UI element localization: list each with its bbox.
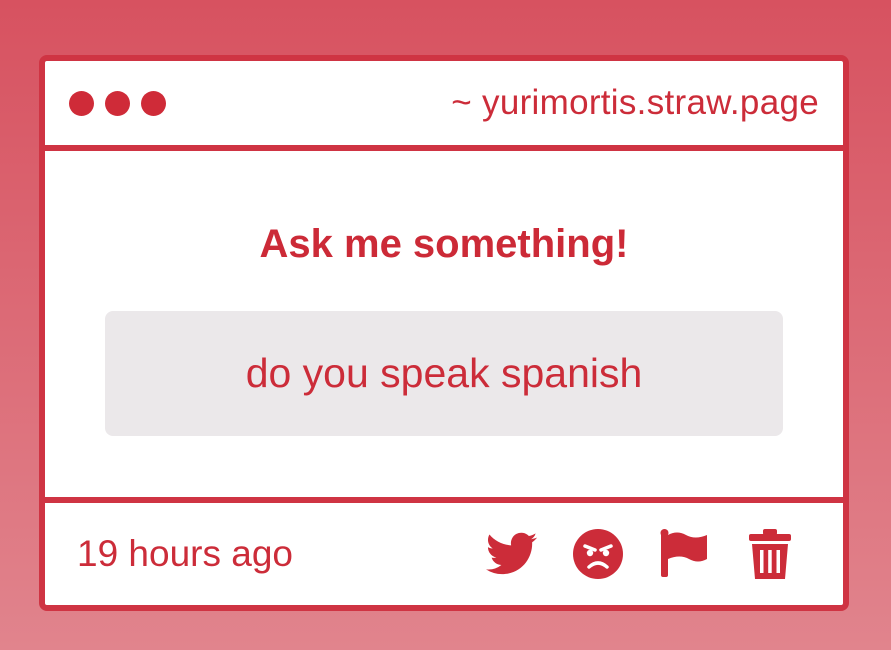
twitter-share-button[interactable] [485, 527, 539, 581]
question-text: do you speak spanish [105, 311, 783, 436]
flag-icon [660, 529, 707, 577]
angry-face-icon [573, 529, 623, 579]
page-title: Ask me something! [259, 222, 629, 266]
question-section: Ask me something! do you speak spanish [45, 151, 843, 503]
window-dot-1 [69, 90, 94, 116]
page-url: ~ yurimortis.straw.page [451, 83, 819, 122]
delete-button[interactable] [743, 527, 797, 581]
card-footer: 19 hours ago [45, 503, 843, 605]
twitter-icon [486, 532, 538, 575]
trash-icon [749, 529, 791, 579]
question-card: ~ yurimortis.straw.page Ask me something… [39, 55, 849, 611]
angry-reaction-button[interactable] [571, 527, 625, 581]
window-dot-2 [105, 90, 130, 116]
action-bar [485, 527, 797, 581]
timestamp: 19 hours ago [77, 533, 294, 574]
window-titlebar: ~ yurimortis.straw.page [45, 61, 843, 151]
window-controls [69, 90, 166, 116]
report-button[interactable] [657, 527, 711, 581]
window-dot-3 [141, 90, 166, 116]
